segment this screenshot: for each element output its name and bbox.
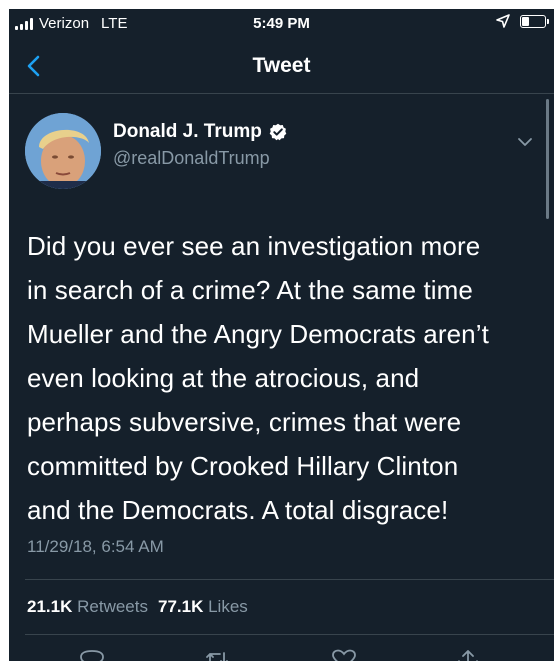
status-time: 5:49 PM: [253, 15, 310, 32]
tweet-text-line: even looking at the atrocious, and: [27, 363, 420, 393]
nav-bar: Tweet: [9, 39, 554, 94]
tweet-text-line: and the Democrats. A total disgrace!: [27, 495, 449, 525]
status-right: [496, 14, 549, 28]
likes-count: 77.1K: [157, 597, 204, 616]
battery-fill: [522, 16, 530, 26]
divider: [25, 579, 554, 580]
scroll-indicator[interactable]: [546, 99, 549, 219]
retweets-stat[interactable]: 21.1K Retweets: [27, 597, 148, 617]
retweet-icon[interactable]: [204, 649, 230, 661]
phone-screen: Verizon LTE 5:49 PM Tweet Donald J. Trum…: [9, 9, 554, 661]
author-handle[interactable]: @realDonaldTrump: [113, 148, 287, 169]
chevron-down-icon[interactable]: [515, 135, 535, 149]
tweet-text: Did you ever see an investigation more i…: [27, 224, 547, 532]
reply-icon[interactable]: [79, 649, 105, 661]
author-name[interactable]: Donald J. Trump: [113, 121, 262, 143]
divider: [25, 634, 554, 635]
location-arrow-icon: [496, 14, 510, 28]
action-bar: [9, 649, 554, 661]
page-title: Tweet: [252, 54, 311, 77]
status-bar: Verizon LTE 5:49 PM: [9, 9, 554, 39]
avatar[interactable]: [25, 113, 101, 189]
tweet-timestamp: 11/29/18, 6:54 AM: [27, 537, 164, 556]
tweet-text-line: in search of a crime? At the same time: [27, 275, 473, 305]
battery-icon: [520, 14, 549, 28]
avatar-image: [25, 113, 101, 189]
retweets-count: 21.1K: [27, 597, 73, 616]
heart-icon[interactable]: [331, 649, 357, 661]
tweet-text-line: committed by Crooked Hillary Clinton: [27, 451, 459, 481]
verified-badge-icon: [269, 123, 287, 141]
tweet-text-line: Mueller and the Angry Democrats aren’t: [27, 319, 489, 349]
name-row: Donald J. Trump: [113, 121, 287, 143]
likes-label: Likes: [208, 597, 248, 616]
tweet-text-line: perhaps subversive, crimes that were: [27, 407, 462, 437]
share-icon[interactable]: [455, 649, 481, 661]
engagement-stats: 21.1K Retweets 77.1K Likes: [27, 597, 248, 617]
tweet-text-line: Did you ever see an investigation more: [27, 231, 481, 261]
tweet-header: Donald J. Trump @realDonaldTrump: [25, 113, 545, 193]
retweets-label: Retweets: [77, 597, 148, 616]
likes-stat[interactable]: 77.1K Likes: [158, 597, 248, 617]
author-block: Donald J. Trump @realDonaldTrump: [113, 121, 287, 169]
